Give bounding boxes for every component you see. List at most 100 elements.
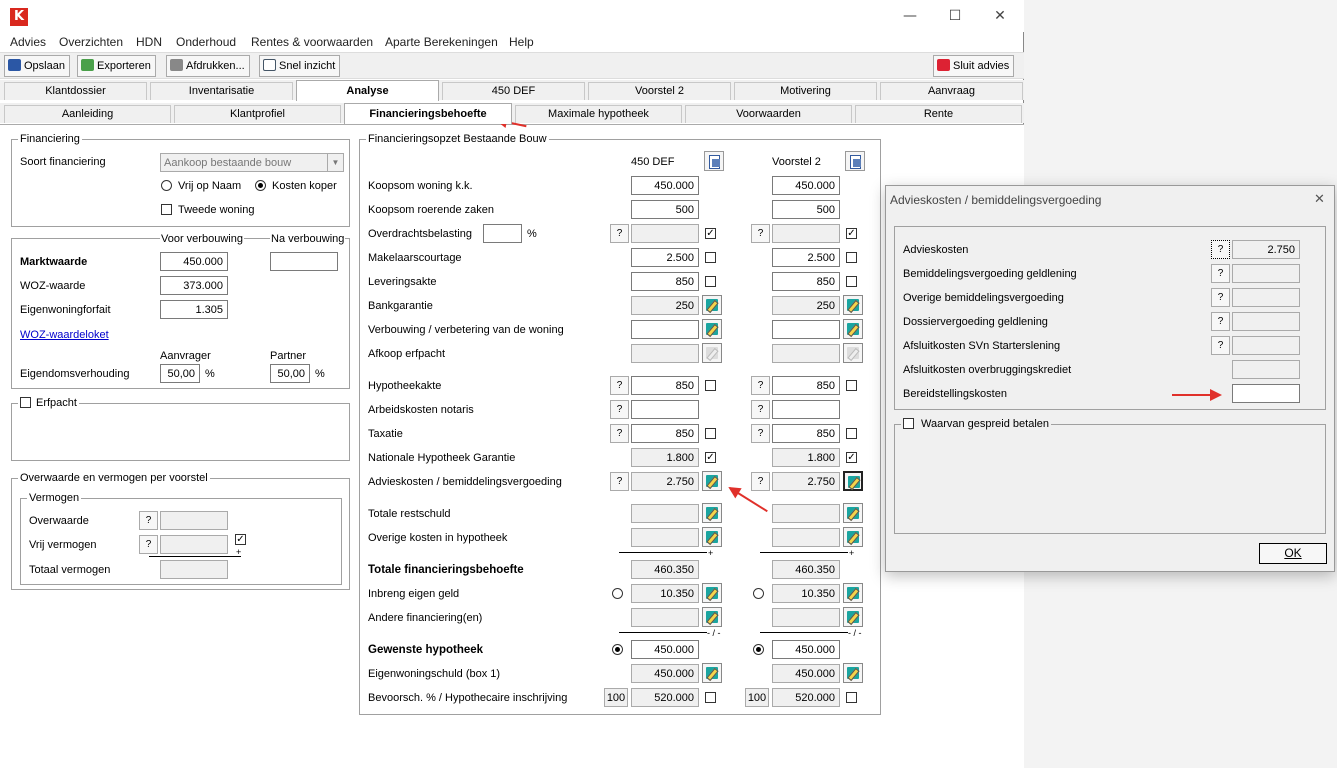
marktwaarde-input[interactable]: 450.000 <box>160 252 228 271</box>
erfpacht-checkbox[interactable] <box>20 397 31 408</box>
help-button[interactable]: ? <box>610 424 629 443</box>
menu-onderhoud[interactable]: Onderhoud <box>176 35 236 49</box>
makelaar-450-checkbox[interactable] <box>705 252 716 263</box>
tab-aanleiding[interactable]: Aanleiding <box>4 105 171 123</box>
taxatie-v2-input[interactable]: 850 <box>772 424 840 443</box>
tab-450-def[interactable]: 450 DEF <box>442 82 585 100</box>
help-button[interactable]: ? <box>610 472 629 491</box>
help-button[interactable]: ? <box>751 376 770 395</box>
edit-icon[interactable] <box>702 663 722 683</box>
overdracht-450-checkbox[interactable]: ✓ <box>705 228 716 239</box>
help-button[interactable]: ? <box>139 535 158 554</box>
koopsom-450-input[interactable]: 450.000 <box>631 176 699 195</box>
edit-icon[interactable] <box>843 319 863 339</box>
hypotheekakte-v2-input[interactable]: 850 <box>772 376 840 395</box>
edit-icon[interactable] <box>843 663 863 683</box>
help-button[interactable]: ? <box>1211 240 1230 259</box>
help-button[interactable]: ? <box>751 424 770 443</box>
edit-icon[interactable] <box>702 583 722 603</box>
edit-icon[interactable] <box>843 471 863 491</box>
print-button[interactable]: Afdrukken... <box>166 55 250 77</box>
roerend-450-input[interactable]: 500 <box>631 200 699 219</box>
quick-insight-button[interactable]: Snel inzicht <box>259 55 341 77</box>
levering-v2-input[interactable]: 850 <box>772 272 840 291</box>
vrij-op-naam-radio[interactable] <box>161 180 172 191</box>
vrij-vermogen-checkbox[interactable]: ✓ <box>235 534 246 545</box>
edit-icon[interactable] <box>843 527 863 547</box>
kosten-koper-radio[interactable] <box>255 180 266 191</box>
edit-icon[interactable] <box>702 607 722 627</box>
eigendom-partner-input[interactable]: 50,00 <box>270 364 310 383</box>
levering-v2-checkbox[interactable] <box>846 276 857 287</box>
taxatie-450-checkbox[interactable] <box>705 428 716 439</box>
levering-450-input[interactable]: 850 <box>631 272 699 291</box>
minimize-icon[interactable]: — <box>895 6 925 26</box>
eigenwoningforfait-input[interactable]: 1.305 <box>160 300 228 319</box>
levering-450-checkbox[interactable] <box>705 276 716 287</box>
nhg-v2-checkbox[interactable]: ✓ <box>846 452 857 463</box>
bereidstellingskosten-input[interactable] <box>1232 384 1300 403</box>
woz-input[interactable]: 373.000 <box>160 276 228 295</box>
verbouwing-v2-input[interactable] <box>772 320 840 339</box>
help-button[interactable]: ? <box>610 224 629 243</box>
arbeid-v2-input[interactable] <box>772 400 840 419</box>
eigendom-aanvrager-input[interactable]: 50,00 <box>160 364 200 383</box>
tab-aanvraag[interactable]: Aanvraag <box>880 82 1023 100</box>
close-advice-button[interactable]: Sluit advies <box>933 55 1015 77</box>
tab-voorstel-2[interactable]: Voorstel 2 <box>588 82 731 100</box>
maximize-icon[interactable]: ☐ <box>940 6 970 26</box>
gespreid-checkbox[interactable] <box>903 418 914 429</box>
help-button[interactable]: ? <box>139 511 158 530</box>
edit-icon[interactable] <box>702 319 722 339</box>
gewenst-450-input[interactable]: 450.000 <box>631 640 699 659</box>
document-icon[interactable] <box>704 151 724 171</box>
help-button[interactable]: ? <box>751 472 770 491</box>
taxatie-v2-checkbox[interactable] <box>846 428 857 439</box>
document-icon[interactable] <box>845 151 865 171</box>
export-button[interactable]: Exporteren <box>77 55 156 77</box>
edit-icon[interactable] <box>843 607 863 627</box>
hypotheekakte-v2-checkbox[interactable] <box>846 380 857 391</box>
koopsom-v2-input[interactable]: 450.000 <box>772 176 840 195</box>
help-button[interactable]: ? <box>751 400 770 419</box>
help-button[interactable]: ? <box>1211 336 1230 355</box>
close-icon[interactable]: ✕ <box>985 6 1015 26</box>
makelaar-v2-input[interactable]: 2.500 <box>772 248 840 267</box>
tab-klantprofiel[interactable]: Klantprofiel <box>174 105 341 123</box>
ok-button[interactable]: OK <box>1259 543 1327 564</box>
edit-icon[interactable] <box>702 471 722 491</box>
taxatie-450-input[interactable]: 850 <box>631 424 699 443</box>
tab-maximale-hypotheek[interactable]: Maximale hypotheek <box>515 105 682 123</box>
woz-waardeloket-link[interactable]: WOZ-waardeloket <box>20 329 109 341</box>
inschrijving-450-checkbox[interactable] <box>705 692 716 703</box>
edit-icon[interactable] <box>702 527 722 547</box>
menu-help[interactable]: Help <box>509 35 534 49</box>
menu-advies[interactable]: Advies <box>10 35 46 49</box>
help-button[interactable]: ? <box>610 376 629 395</box>
close-icon[interactable]: ✕ <box>1314 192 1325 207</box>
help-button[interactable]: ? <box>751 224 770 243</box>
edit-icon[interactable] <box>843 583 863 603</box>
save-button[interactable]: Opslaan <box>4 55 70 77</box>
gewenst-v2-input[interactable]: 450.000 <box>772 640 840 659</box>
arbeid-450-input[interactable] <box>631 400 699 419</box>
hypotheekakte-450-checkbox[interactable] <box>705 380 716 391</box>
edit-icon[interactable] <box>843 295 863 315</box>
tab-rente[interactable]: Rente <box>855 105 1022 123</box>
tab-analyse[interactable]: Analyse <box>296 80 439 101</box>
inbreng-450-radio[interactable] <box>612 588 623 599</box>
hypotheekakte-450-input[interactable]: 850 <box>631 376 699 395</box>
edit-icon[interactable] <box>843 503 863 523</box>
inschrijving-v2-checkbox[interactable] <box>846 692 857 703</box>
overdracht-v2-checkbox[interactable]: ✓ <box>846 228 857 239</box>
tab-klantdossier[interactable]: Klantdossier <box>4 82 147 100</box>
help-button[interactable]: ? <box>1211 264 1230 283</box>
tab-financieringsbehoefte[interactable]: Financieringsbehoefte <box>344 103 512 124</box>
tab-inventarisatie[interactable]: Inventarisatie <box>150 82 293 100</box>
soort-financiering-select[interactable]: Aankoop bestaande bouw ▼ <box>160 153 344 172</box>
help-button[interactable]: ? <box>1211 312 1230 331</box>
tab-motivering[interactable]: Motivering <box>734 82 877 100</box>
verbouwing-450-input[interactable] <box>631 320 699 339</box>
menu-rentes[interactable]: Rentes & voorwaarden <box>251 35 373 49</box>
roerend-v2-input[interactable]: 500 <box>772 200 840 219</box>
